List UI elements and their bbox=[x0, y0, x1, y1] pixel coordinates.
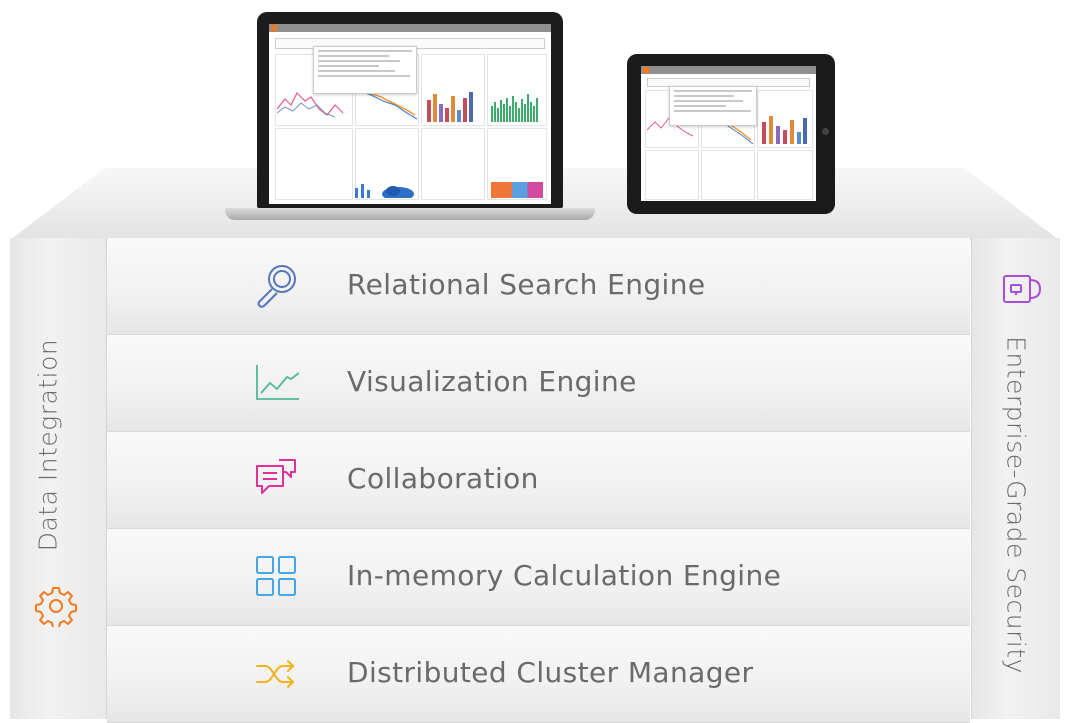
lock-icon bbox=[1003, 275, 1042, 303]
laptop-device bbox=[225, 12, 595, 224]
layer-label: Collaboration bbox=[347, 462, 539, 495]
layer-label: Visualization Engine bbox=[347, 365, 637, 398]
layer-visualization: Visualization Engine bbox=[107, 335, 970, 432]
grid-icon bbox=[256, 556, 296, 596]
line-chart-icon bbox=[256, 365, 299, 400]
magnifier-icon bbox=[257, 265, 296, 308]
engine-stack: Relational Search Engine Visualization E… bbox=[107, 238, 970, 723]
layer-in-memory-calculation: In-memory Calculation Engine bbox=[107, 529, 970, 626]
layer-label: Relational Search Engine bbox=[347, 268, 706, 301]
layer-distributed-cluster: Distributed Cluster Manager bbox=[107, 626, 970, 723]
chat-bubbles-icon bbox=[256, 459, 296, 494]
data-integration-label: Data Integration bbox=[33, 338, 63, 552]
tablet-device bbox=[627, 54, 835, 214]
shuffle-icon bbox=[256, 660, 294, 688]
tablet-screen bbox=[641, 66, 816, 201]
gear-icon bbox=[35, 587, 77, 627]
layer-label: Distributed Cluster Manager bbox=[347, 656, 754, 689]
laptop-screen bbox=[269, 24, 551, 204]
layer-relational-search: Relational Search Engine bbox=[107, 238, 970, 335]
layer-collaboration: Collaboration bbox=[107, 432, 970, 529]
security-label: Enterprise-Grade Security bbox=[1001, 336, 1031, 674]
layer-label: In-memory Calculation Engine bbox=[347, 559, 782, 592]
